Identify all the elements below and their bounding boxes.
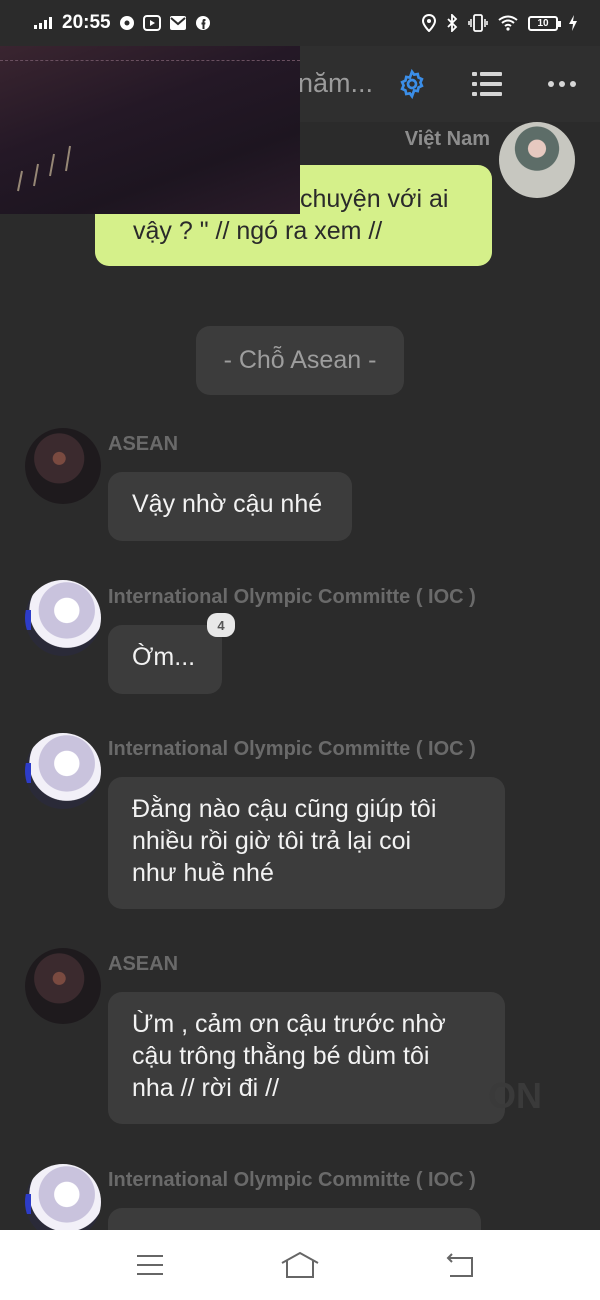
comment-count-badge[interactable]: 4	[207, 613, 235, 637]
scene-divider: - Chỗ Asean -	[196, 326, 404, 395]
avatar[interactable]	[25, 948, 101, 1024]
more-icon	[548, 81, 576, 87]
soccer-icon	[119, 15, 135, 31]
message-line: như huề nhé	[132, 859, 274, 887]
back-icon	[446, 1253, 473, 1277]
message-bubble[interactable]: Ờm...	[108, 625, 222, 694]
home-icon	[281, 1251, 319, 1278]
story-cover-image[interactable]	[0, 46, 300, 214]
sender-name: Việt Nam	[404, 128, 490, 150]
message-line: Ờm...	[132, 643, 196, 671]
location-icon	[422, 14, 436, 32]
message-line: Ừm , cảm ơn cậu trước nhờ	[132, 1010, 446, 1038]
message-bubble[interactable]: Vậy nhờ cậu nhé	[108, 472, 352, 541]
wifi-icon	[498, 15, 518, 31]
message-line: Vậy nhờ cậu nhé	[132, 490, 323, 518]
facebook-icon	[195, 15, 211, 31]
back-button[interactable]	[438, 1248, 478, 1282]
message-bubble[interactable]: Đằng nào cậu cũng giúp tôi nhiều rồi giờ…	[108, 777, 505, 909]
home-button[interactable]	[280, 1248, 320, 1282]
cover-art	[17, 145, 71, 192]
clock: 20:55	[62, 12, 111, 33]
status-bar: 20:55 10	[0, 0, 600, 46]
signal-icon	[34, 17, 52, 29]
message-line: cậu trông thằng bé dùm tôi	[132, 1042, 430, 1070]
vibrate-icon	[468, 14, 488, 32]
avatar[interactable]	[25, 733, 101, 809]
sender-name: International Olympic Committe ( IOC )	[108, 738, 476, 760]
mail-icon	[169, 15, 187, 31]
message-bubble[interactable]	[108, 1208, 481, 1230]
menu-button[interactable]	[130, 1248, 170, 1282]
sender-name: ASEAN	[108, 433, 179, 455]
avatar[interactable]	[25, 580, 101, 656]
sender-name: International Olympic Committe ( IOC )	[108, 586, 476, 608]
message-line: nha // rời đi //	[132, 1074, 280, 1102]
avatar[interactable]	[499, 122, 575, 198]
chapter-title[interactable]: năm...	[298, 68, 373, 99]
message-line: nhiều rồi giờ tôi trả lại coi	[132, 827, 412, 855]
message-bubble[interactable]: Ừm , cảm ơn cậu trước nhờ cậu trông thằn…	[108, 992, 505, 1124]
chapter-list-button[interactable]	[467, 64, 507, 104]
battery-icon: 10	[528, 15, 561, 31]
video-app-icon	[142, 15, 161, 31]
sender-name: International Olympic Committe ( IOC )	[108, 1169, 476, 1191]
message-line: vậy ? " // ngó ra xem //	[133, 217, 383, 245]
hamburger-icon	[137, 1255, 163, 1275]
watermark: ON	[488, 1075, 542, 1116]
system-nav-bar	[0, 1230, 600, 1300]
message-line: Đằng nào cậu cũng giúp tôi	[132, 795, 437, 823]
list-icon	[472, 72, 502, 96]
sender-name: ASEAN	[108, 953, 179, 975]
settings-button[interactable]	[392, 64, 432, 104]
bluetooth-icon	[446, 14, 458, 32]
gear-icon	[400, 68, 424, 100]
avatar[interactable]	[25, 428, 101, 504]
charging-icon	[568, 15, 578, 31]
more-options-button[interactable]	[542, 64, 582, 104]
avatar[interactable]	[25, 1164, 101, 1230]
